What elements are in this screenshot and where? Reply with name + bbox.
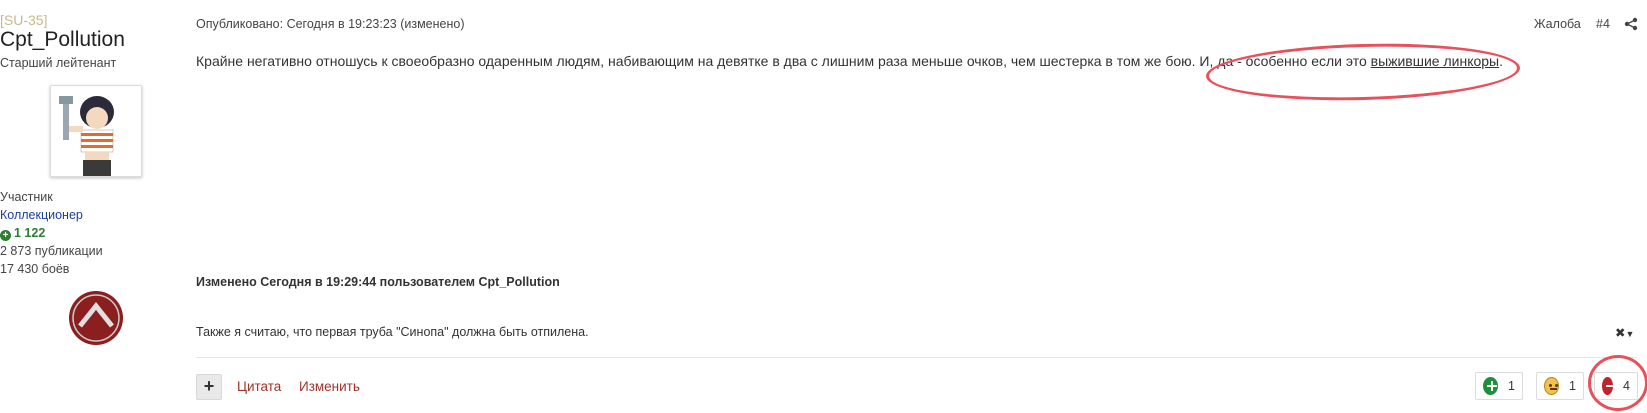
reaction-smile[interactable]: 1 <box>1536 372 1584 400</box>
post-count: 2 873 публикации <box>0 244 103 258</box>
reaction-plus-count: 1 <box>1508 379 1515 393</box>
user-title: Коллекционер <box>0 208 83 222</box>
edited-note: Изменено Сегодня в 19:29:44 пользователе… <box>196 275 560 289</box>
close-icon[interactable]: ✖ <box>1615 326 1625 340</box>
quote-button[interactable]: Цитата <box>237 379 281 394</box>
annotation-circle <box>1588 355 1647 411</box>
annotation-circle <box>1205 39 1521 105</box>
reputation-value: 1 122 <box>14 226 46 240</box>
user-group: Участник <box>0 190 53 204</box>
signature-options[interactable]: ✖▼ <box>1615 325 1634 340</box>
clan-tag[interactable]: [SU-35] <box>0 12 190 28</box>
user-rank: Старший лейтенант <box>0 56 117 70</box>
avatar-image <box>51 86 141 176</box>
plus-icon <box>1483 377 1499 395</box>
post-number[interactable]: #4 <box>1596 17 1610 31</box>
post-text: Крайне негативно отношусь к своеобразно … <box>196 53 1371 69</box>
divider <box>196 357 1637 358</box>
post-meta: Опубликовано: Сегодня в 19:23:23 (измене… <box>196 17 465 31</box>
edit-button[interactable]: Изменить <box>299 379 360 394</box>
plus-circle-icon: + <box>0 230 11 241</box>
chevron-down-icon[interactable]: ▼ <box>1625 329 1634 339</box>
smile-icon <box>1544 377 1560 395</box>
battle-count: 17 430 боёв <box>0 262 70 276</box>
avatar[interactable] <box>50 85 142 177</box>
share-icon[interactable] <box>1624 17 1638 31</box>
multiquote-button[interactable]: + <box>196 374 222 400</box>
signature: Также я считаю, что первая труба "Синопа… <box>196 325 589 339</box>
rank-badge-icon <box>69 291 123 345</box>
reaction-smile-count: 1 <box>1569 379 1576 393</box>
reaction-plus[interactable]: 1 <box>1475 372 1523 400</box>
reputation: +1 122 <box>0 226 190 241</box>
username[interactable]: Cpt_Pollution <box>0 28 190 52</box>
report-link[interactable]: Жалоба <box>1534 17 1581 31</box>
